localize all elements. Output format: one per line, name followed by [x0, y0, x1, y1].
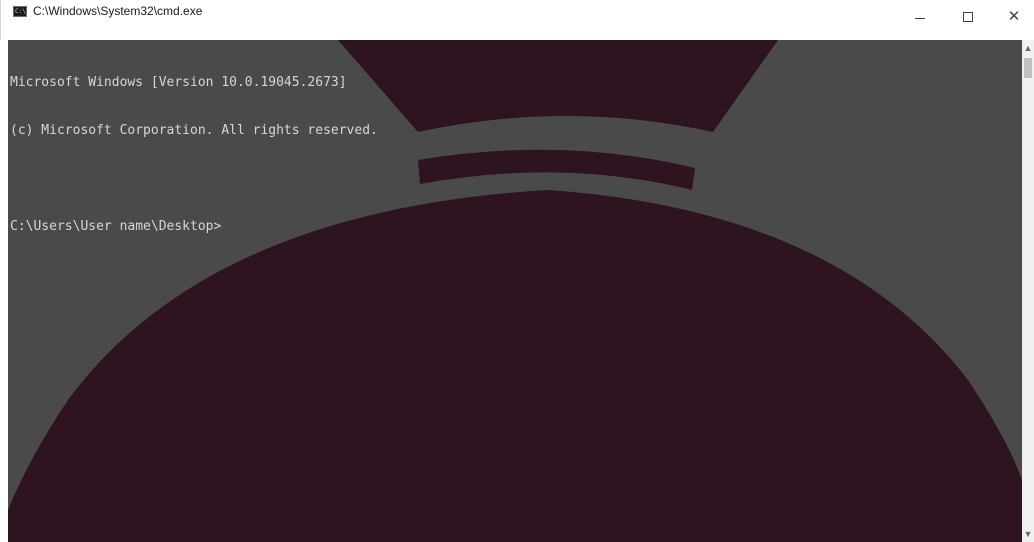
console-area[interactable]: Microsoft Windows [Version 10.0.19045.26…: [8, 40, 1022, 542]
console-line: Microsoft Windows [Version 10.0.19045.26…: [10, 75, 347, 90]
minimize-button[interactable]: [897, 0, 943, 40]
maximize-icon: [963, 12, 973, 22]
close-icon: ✕: [1007, 7, 1021, 25]
title-bar[interactable]: C:\ C:\Windows\System32\cmd.exe ✕: [0, 0, 1034, 40]
cmd-icon[interactable]: C:\: [13, 6, 27, 17]
close-button[interactable]: ✕: [991, 0, 1034, 40]
command-prompt[interactable]: C:\Users\User name\Desktop>: [10, 219, 378, 235]
maximize-button[interactable]: [945, 0, 991, 40]
console-line: (c) Microsoft Corporation. All rights re…: [10, 123, 378, 138]
window-title: C:\Windows\System32\cmd.exe: [33, 4, 203, 18]
scroll-up-icon[interactable]: ▲: [1022, 42, 1034, 54]
scroll-thumb[interactable]: [1024, 58, 1032, 78]
console-output: Microsoft Windows [Version 10.0.19045.26…: [10, 43, 378, 267]
minimize-icon: [915, 18, 925, 19]
scroll-down-icon[interactable]: ▼: [1022, 528, 1034, 540]
cmd-icon-label: C:\: [15, 8, 26, 15]
vertical-scrollbar[interactable]: ▲ ▼: [1022, 40, 1034, 542]
cmd-window: C:\ C:\Windows\System32\cmd.exe ✕ Micros…: [0, 0, 1034, 542]
